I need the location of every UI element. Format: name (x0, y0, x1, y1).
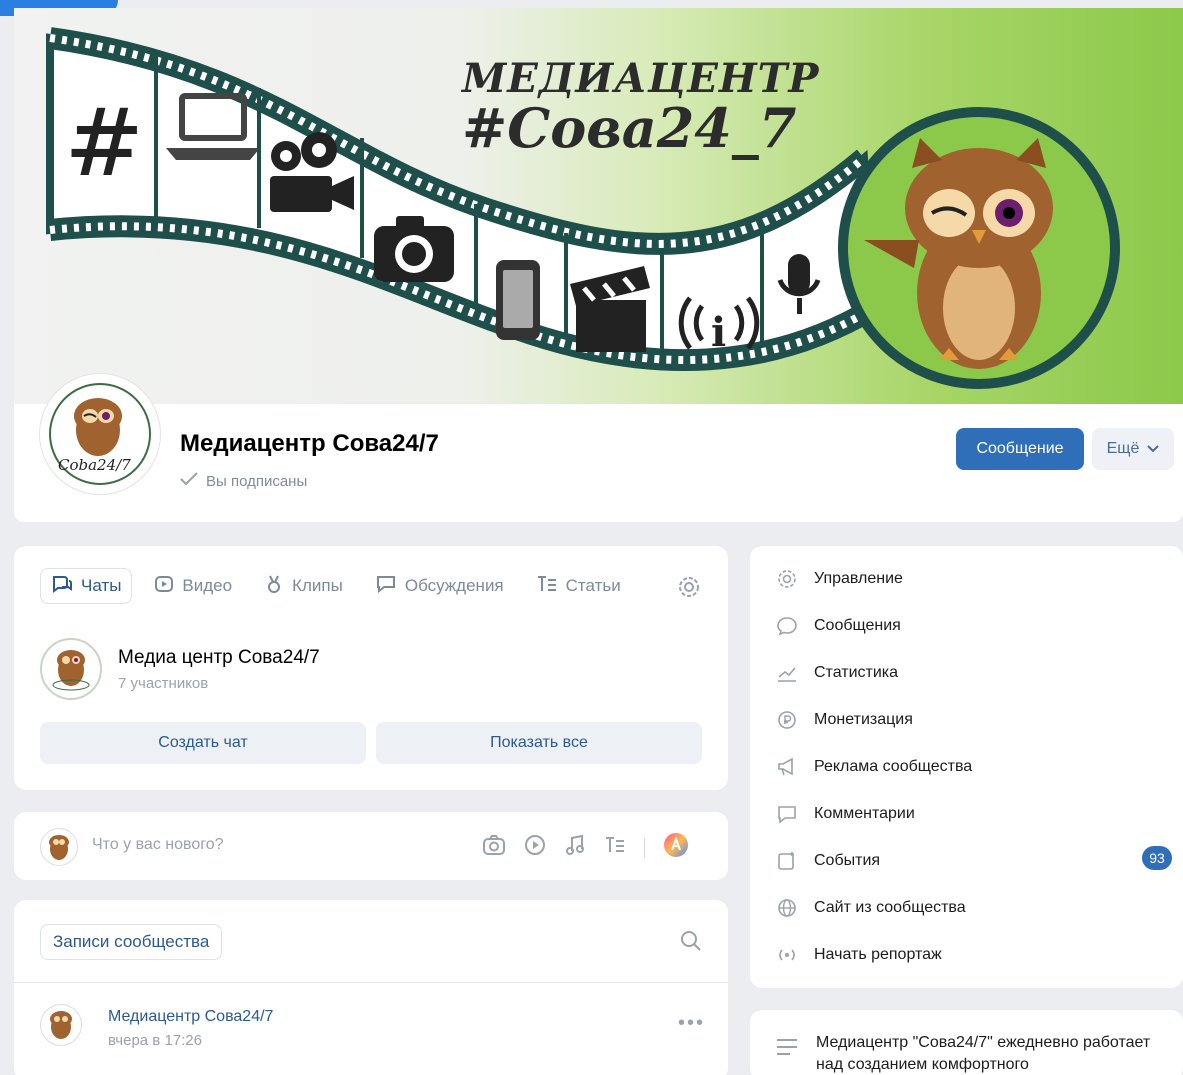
group-avatar[interactable]: Coba24/7 (40, 374, 160, 494)
post-composer: Что у вас нового? (14, 812, 728, 880)
menu-label: Сайт из сообщества (814, 899, 966, 916)
admin-menu: Управление Сообщения Статистика Монетиза… (750, 546, 1183, 988)
owl-avatar-icon (52, 650, 90, 691)
post-more-icon[interactable]: ••• (678, 1012, 705, 1035)
gear-icon (776, 568, 798, 590)
cover-title: МЕДИАЦЕНТР #Сова24_7 (462, 58, 819, 157)
video-icon (154, 574, 174, 599)
menu-label: События (814, 852, 881, 869)
cover-title-line2: #Сова24_7 (462, 96, 797, 160)
composer-avatar (40, 828, 78, 866)
menu-item-statistics[interactable]: Статистика (776, 662, 898, 684)
menu-label: Статистика (814, 664, 899, 681)
owl-avatar-icon: Coba24/7 (49, 383, 151, 485)
comment-icon (776, 803, 798, 825)
clips-icon (264, 574, 284, 599)
menu-label: Начать репортаж (814, 946, 942, 963)
menu-item-ads[interactable]: Реклама сообщества (776, 756, 972, 778)
create-chat-button[interactable]: Создать чат (40, 722, 366, 764)
owl-avatar-icon (49, 835, 69, 860)
composer-input[interactable]: Что у вас нового? (92, 836, 224, 854)
message-icon (776, 615, 798, 637)
articles-icon (536, 575, 558, 598)
tab-articles[interactable]: Статьи (526, 568, 631, 604)
discussion-icon (375, 574, 397, 599)
menu-label: Реклама сообщества (814, 758, 973, 775)
hashtag-icon: # (64, 87, 144, 199)
tab-chats-label: Чаты (81, 576, 122, 595)
about-text: Медиацентр "Сова24/7" ежедневно работает… (816, 1034, 1151, 1074)
tab-articles-label: Статьи (565, 576, 621, 595)
menu-item-management[interactable]: Управление (776, 568, 903, 590)
coin-icon (776, 709, 798, 731)
video-icon[interactable] (524, 834, 546, 861)
menu-item-events[interactable]: События (776, 850, 880, 872)
subscription-status[interactable]: Вы подписаны (180, 472, 307, 490)
menu-label: Управление (814, 570, 903, 587)
smartphone-icon (496, 260, 540, 340)
ai-assistant-icon[interactable] (663, 832, 689, 863)
group-header: Coba24/7 Медиацентр Сова24/7 Вы подписан… (14, 374, 1183, 522)
search-icon[interactable] (680, 930, 702, 957)
posts-card: Записи сообщества Медиацентр Сова24/7 вч… (14, 900, 728, 1075)
chat-members: 7 участников (118, 674, 209, 692)
menu-item-messages[interactable]: Сообщения (776, 615, 901, 637)
divider (644, 837, 645, 858)
composer-tools (482, 832, 689, 863)
post-author-avatar[interactable] (40, 1004, 82, 1046)
menu-item-site[interactable]: Сайт из сообщества (776, 897, 966, 919)
avatar-caption: Coba24/7 (58, 456, 131, 474)
post-author[interactable]: Медиацентр Сова24/7 (108, 1008, 273, 1026)
chats-card: Чаты Видео Клипы Обсуждения Статьи Медиа… (14, 546, 728, 790)
cover-title-line1: МЕДИАЦЕНТР (462, 55, 820, 102)
megaphone-icon (776, 756, 798, 778)
tab-clips[interactable]: Клипы (254, 568, 353, 604)
svg-text:i: i (711, 309, 726, 356)
event-icon (776, 850, 798, 872)
menu-item-monetization[interactable]: Монетизация (776, 709, 913, 731)
tabs-settings-icon[interactable] (678, 576, 700, 603)
chevron-down-icon (1147, 440, 1160, 458)
check-icon (180, 472, 198, 490)
globe-icon (776, 897, 798, 919)
tab-video-label: Видео (182, 576, 233, 595)
menu-item-broadcast[interactable]: Начать репортаж (776, 944, 942, 966)
chats-icon (51, 574, 73, 599)
events-count-badge: 93 (1142, 846, 1172, 870)
more-label: Ещё (1106, 440, 1140, 457)
about-card: Медиацентр "Сова24/7" ежедневно работает… (750, 1010, 1183, 1075)
menu-label: Монетизация (814, 711, 913, 728)
content-tabs: Чаты Видео Клипы Обсуждения Статьи (40, 568, 643, 604)
chat-item[interactable]: Медиа центр Сова24/7 7 участников (40, 638, 320, 700)
cover-image: # i МЕДИАЦЕНТР #Сова24_7 (14, 8, 1183, 404)
chat-title: Медиа центр Сова24/7 (118, 646, 320, 668)
post-time[interactable]: вчера в 17:26 (108, 1032, 202, 1049)
community-posts-tab[interactable]: Записи сообщества (40, 924, 223, 960)
menu-item-comments[interactable]: Комментарии (776, 803, 915, 825)
group-name: Медиацентр Сова24/7 (180, 430, 439, 457)
text-lines-icon (776, 1038, 798, 1061)
divider (14, 982, 728, 983)
menu-label: Комментарии (814, 805, 915, 822)
tab-clips-label: Клипы (292, 576, 343, 595)
tab-chats[interactable]: Чаты (40, 568, 133, 604)
chat-avatar (40, 638, 102, 700)
article-icon[interactable] (604, 835, 626, 860)
more-button[interactable]: Ещё (1092, 428, 1174, 470)
tab-video[interactable]: Видео (144, 568, 242, 604)
camera-icon[interactable] (482, 834, 506, 861)
chart-icon (776, 662, 798, 684)
subscription-label: Вы подписаны (206, 472, 308, 490)
broadcast-icon (776, 944, 798, 966)
music-icon[interactable] (564, 834, 586, 861)
owl-mascot (838, 107, 1120, 389)
tab-discussions-label: Обсуждения (404, 576, 504, 595)
owl-avatar-icon (50, 1011, 72, 1039)
message-button[interactable]: Сообщение (956, 428, 1084, 470)
show-all-button[interactable]: Показать все (376, 722, 702, 764)
menu-label: Сообщения (814, 617, 901, 634)
tab-discussions[interactable]: Обсуждения (365, 568, 514, 604)
